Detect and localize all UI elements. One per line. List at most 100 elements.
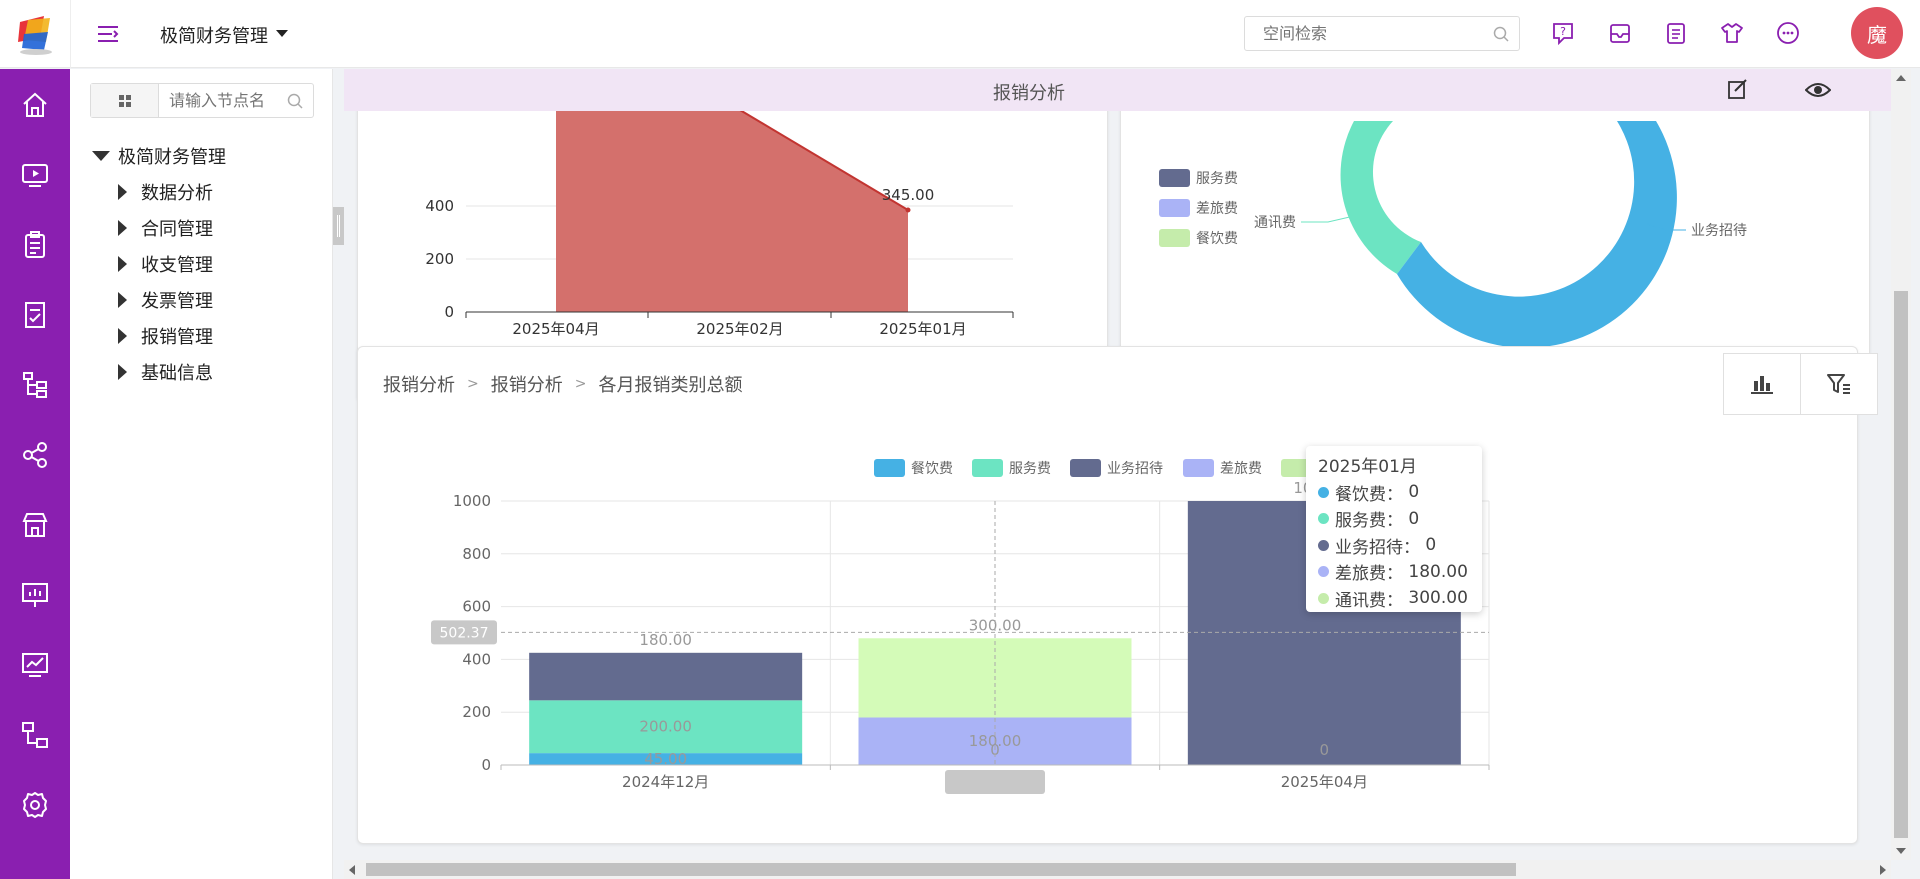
caret-right-icon[interactable]: [118, 328, 127, 344]
space-search-input[interactable]: [1245, 17, 1465, 50]
app-logo[interactable]: [14, 12, 58, 56]
tree-root[interactable]: 极简财务管理: [92, 143, 226, 169]
legend-swatch[interactable]: [1159, 199, 1190, 217]
tree-item-reimbursement[interactable]: 报销管理: [118, 323, 213, 349]
legend-swatch[interactable]: [1159, 169, 1190, 187]
tree-item-data-analysis[interactable]: 数据分析: [118, 179, 213, 205]
trend-chart-icon[interactable]: [19, 649, 51, 681]
caret-down-icon[interactable]: [276, 30, 288, 37]
edit-icon[interactable]: [1727, 78, 1749, 100]
menu-toggle-icon[interactable]: [96, 22, 120, 46]
tree-item-label: 数据分析: [141, 183, 213, 204]
data-label: 345.00: [882, 186, 935, 204]
stacked-bar-chart: 45.00200.00180.000180.00300.0001000.00 0…: [431, 459, 1490, 794]
theme-shirt-icon[interactable]: [1719, 20, 1745, 46]
inbox-icon[interactable]: [1607, 20, 1633, 46]
scroll-down-icon[interactable]: [1896, 848, 1906, 854]
tooltip-title: 2025年01月: [1318, 457, 1417, 477]
scroll-thumb[interactable]: [1894, 291, 1908, 838]
user-avatar[interactable]: 魔: [1851, 7, 1903, 59]
tooltip-value: 300.00: [1408, 588, 1468, 609]
legend-swatch: [874, 459, 905, 477]
caret-right-icon[interactable]: [118, 292, 127, 308]
legend-swatch[interactable]: [1159, 229, 1190, 247]
tree-search[interactable]: [90, 83, 314, 118]
legend-label[interactable]: 差旅费: [1196, 201, 1238, 217]
document-edit-icon[interactable]: [19, 299, 51, 331]
eye-icon[interactable]: [1805, 80, 1831, 100]
scroll-thumb[interactable]: [366, 863, 1516, 876]
data-label: 180.00: [639, 631, 692, 649]
grid-icon: [118, 94, 131, 107]
caret-right-icon[interactable]: [118, 364, 127, 380]
y-tick-label: 400: [462, 650, 491, 668]
tree-panel: 极简财务管理 数据分析 合同管理 收支管理 发票管理 报销管理 基础信息: [70, 69, 333, 879]
y-tick-label: 200: [462, 703, 491, 721]
tree-item-basic-info[interactable]: 基础信息: [118, 359, 213, 385]
data-point: [905, 207, 911, 213]
tree-item-label: 基础信息: [141, 363, 213, 384]
hierarchy-icon[interactable]: [19, 369, 51, 401]
more-chat-icon[interactable]: [1775, 20, 1801, 46]
tree-search-input[interactable]: [169, 84, 289, 117]
caret-down-icon[interactable]: [92, 151, 110, 161]
tree-item-label: 收支管理: [141, 255, 213, 276]
y-tick-label: 400: [425, 197, 454, 215]
tree-item-label: 发票管理: [141, 291, 213, 312]
notes-icon[interactable]: [1663, 20, 1689, 46]
caret-right-icon[interactable]: [118, 220, 127, 236]
presentation-icon[interactable]: [19, 579, 51, 611]
clipboard-icon[interactable]: [19, 229, 51, 261]
tooltip-value: 180.00: [1408, 561, 1468, 582]
app-title[interactable]: 极简财务管理: [160, 22, 268, 48]
scroll-up-icon[interactable]: [1896, 75, 1906, 81]
tooltip-label: 业务招待：: [1335, 537, 1420, 558]
area-series: [556, 110, 908, 312]
tooltip-label: 服务费：: [1335, 511, 1403, 532]
search-icon[interactable]: [287, 93, 303, 109]
vertical-scrollbar[interactable]: [1891, 69, 1911, 860]
stacked-bar-card: 报销分析 > 报销分析 > 各月报销类别总额 45.00 200.00 180.…: [357, 346, 1878, 844]
series-dot-icon: [1318, 486, 1329, 498]
legend-label: 餐饮费: [911, 461, 953, 477]
search-icon[interactable]: [1493, 26, 1509, 42]
series-dot-icon: [1318, 539, 1329, 551]
tooltip-value: 0: [1408, 482, 1420, 503]
share-nodes-icon[interactable]: [19, 439, 51, 471]
pie-slice-业务招待[interactable]: [1397, 121, 1677, 348]
legend-swatch: [972, 459, 1003, 477]
space-search[interactable]: [1244, 16, 1520, 51]
monitor-play-icon[interactable]: [19, 159, 51, 191]
y-tick-label: 0: [444, 303, 454, 321]
tree-item-contracts[interactable]: 合同管理: [118, 215, 213, 241]
flow-icon[interactable]: [19, 719, 51, 751]
data-label: 0: [1320, 741, 1330, 759]
x-tick-label: 2025年02月: [696, 320, 783, 338]
caret-right-icon[interactable]: [118, 256, 127, 272]
legend-label[interactable]: 服务费: [1196, 171, 1238, 187]
label-line: [1301, 215, 1355, 223]
chart-tooltip: 2025年01月 餐饮费： 0 服务费： 0 业务招待： 0 差旅费： 180.…: [1306, 446, 1482, 612]
axis-pointer-label: 502.37: [440, 625, 489, 641]
help-icon[interactable]: ?: [1550, 20, 1576, 46]
scroll-right-icon[interactable]: [1880, 865, 1886, 875]
legend-label: 业务招待: [1107, 461, 1163, 477]
legend-swatch: [1070, 459, 1101, 477]
settings-gear-icon[interactable]: [19, 789, 51, 821]
axis-pointer-label-bg: [945, 770, 1045, 794]
x-tick-label: 2024年12月: [622, 773, 709, 791]
legend-label[interactable]: 餐饮费: [1196, 231, 1238, 247]
horizontal-scrollbar[interactable]: [344, 860, 1891, 879]
legend-swatch: [1183, 459, 1214, 477]
tooltip-row: 差旅费： 180.00: [1318, 559, 1470, 586]
tree-item-invoices[interactable]: 发票管理: [118, 287, 213, 313]
grid-view-button[interactable]: [91, 84, 159, 117]
tree-item-income-expense[interactable]: 收支管理: [118, 251, 213, 277]
caret-right-icon[interactable]: [118, 184, 127, 200]
store-icon[interactable]: [19, 509, 51, 541]
scroll-left-icon[interactable]: [349, 865, 355, 875]
y-tick-label: 0: [481, 756, 491, 774]
home-icon[interactable]: [19, 89, 51, 121]
panel-splitter[interactable]: [333, 207, 344, 245]
pie-slice-通讯费[interactable]: [1340, 121, 1421, 274]
